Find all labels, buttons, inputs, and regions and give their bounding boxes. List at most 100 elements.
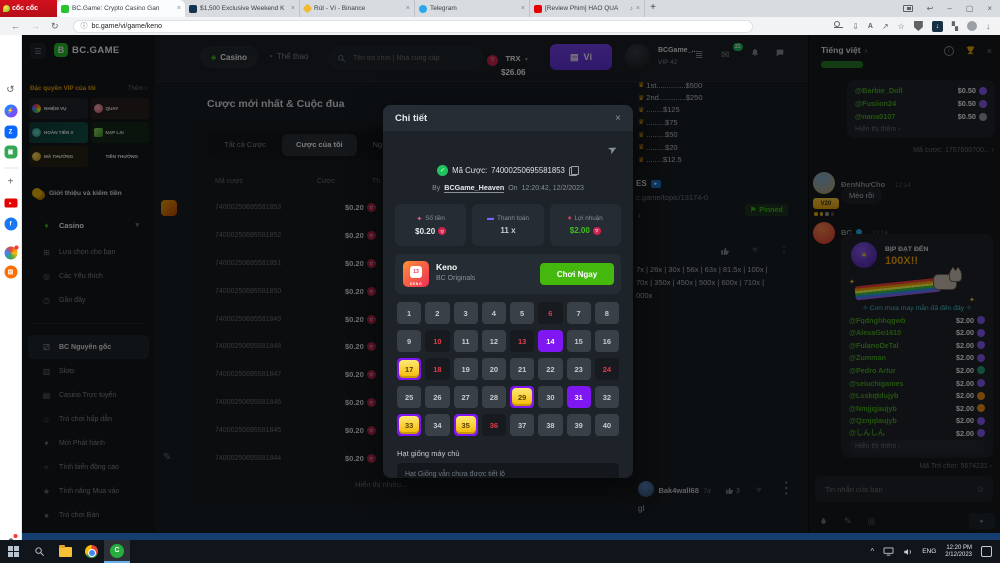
- url-bar[interactable]: ⓘ bc.game/vi/game/keno: [73, 20, 753, 33]
- keno-cell[interactable]: 32: [595, 386, 619, 408]
- keno-cell[interactable]: 25: [397, 386, 421, 408]
- adblock-shield-icon[interactable]: 3: [914, 21, 923, 31]
- keno-cell[interactable]: 38: [538, 414, 562, 436]
- messenger-icon[interactable]: ⚡: [4, 105, 17, 118]
- start-button[interactable]: [0, 540, 26, 563]
- keno-cell[interactable]: 8: [595, 302, 619, 324]
- browser-tab[interactable]: Telegram ♪ ×: [415, 0, 530, 17]
- network-icon[interactable]: [883, 547, 894, 556]
- hidden-icons-chevron[interactable]: ^: [870, 547, 874, 556]
- keno-cell[interactable]: 9: [397, 330, 421, 352]
- file-explorer-icon[interactable]: [52, 540, 78, 563]
- window-minimize-button[interactable]: –: [947, 4, 951, 13]
- keno-cell[interactable]: 10: [425, 330, 449, 352]
- history-icon[interactable]: ↺: [6, 85, 14, 96]
- zalo-icon[interactable]: Z: [4, 126, 17, 139]
- volume-icon[interactable]: [903, 547, 913, 557]
- downloads-icon[interactable]: ↓: [986, 22, 990, 31]
- keno-cell[interactable]: 7: [567, 302, 591, 324]
- keno-cell[interactable]: 19: [454, 358, 478, 380]
- keno-cell[interactable]: 14: [538, 330, 562, 352]
- window-maximize-button[interactable]: ▢: [966, 4, 974, 13]
- play-now-button[interactable]: Chơi Ngay: [540, 263, 614, 285]
- tab-close-icon[interactable]: ×: [521, 5, 525, 12]
- forward-button[interactable]: →: [31, 21, 40, 31]
- copy-icon[interactable]: [569, 166, 579, 176]
- action-center-icon[interactable]: [981, 546, 992, 557]
- translate-icon[interactable]: A: [868, 23, 873, 30]
- session-restore-icon[interactable]: ↩: [927, 4, 934, 13]
- keno-cell[interactable]: 11: [454, 330, 478, 352]
- keno-cell[interactable]: 27: [454, 386, 478, 408]
- new-tab-button[interactable]: +: [645, 0, 661, 17]
- keno-cell[interactable]: 26: [425, 386, 449, 408]
- tab-search-icon[interactable]: [903, 5, 913, 12]
- browser-tab[interactable]: $1,500 Exclusive Weekend K ♪ ×: [185, 0, 300, 17]
- back-button[interactable]: ←: [11, 21, 20, 31]
- keno-cell[interactable]: 23: [567, 358, 591, 380]
- youtube-icon[interactable]: ▸: [4, 199, 17, 208]
- browser-tab[interactable]: [Review Phim] HÀO QUA ♪ ×: [530, 0, 645, 17]
- keno-cell[interactable]: 5: [510, 302, 534, 324]
- keno-cell[interactable]: 17: [397, 358, 421, 380]
- keno-cell[interactable]: 39: [567, 414, 591, 436]
- tab-close-icon[interactable]: ×: [636, 5, 640, 12]
- download-manager-icon[interactable]: ↓: [932, 21, 943, 32]
- keno-cell[interactable]: 36: [482, 414, 506, 436]
- keno-cell[interactable]: 40: [595, 414, 619, 436]
- language-indicator[interactable]: ENG: [922, 548, 936, 555]
- keno-cell[interactable]: 3: [454, 302, 478, 324]
- coccoc-brand[interactable]: cốc cốc: [0, 0, 57, 17]
- keno-cell[interactable]: 21: [510, 358, 534, 380]
- keno-cell[interactable]: 30: [538, 386, 562, 408]
- share-icon[interactable]: ↗: [882, 22, 889, 31]
- keno-cell[interactable]: 18: [425, 358, 449, 380]
- tab-close-icon[interactable]: ×: [406, 5, 410, 12]
- add-shortcut-icon[interactable]: +: [8, 177, 14, 188]
- keno-cell[interactable]: 6: [538, 302, 562, 324]
- keno-cell[interactable]: 22: [538, 358, 562, 380]
- chrome-icon[interactable]: [78, 540, 104, 563]
- tab-close-icon[interactable]: ×: [291, 5, 295, 12]
- window-close-button[interactable]: ×: [987, 4, 992, 13]
- bet-datetime: 12:20:42, 12/2/2023: [522, 185, 584, 192]
- keno-cell[interactable]: 1: [397, 302, 421, 324]
- keno-cell[interactable]: 37: [510, 414, 534, 436]
- keno-cell[interactable]: 16: [595, 330, 619, 352]
- keno-cell[interactable]: 28: [482, 386, 506, 408]
- modal-close-icon[interactable]: ×: [615, 113, 621, 124]
- password-key-icon[interactable]: [834, 24, 843, 28]
- keno-cell[interactable]: 35: [454, 414, 478, 436]
- keno-cell[interactable]: 31: [567, 386, 591, 408]
- keno-cell[interactable]: 12: [482, 330, 506, 352]
- keno-cell[interactable]: 15: [567, 330, 591, 352]
- reload-button[interactable]: ↻: [51, 21, 59, 32]
- coccoc-taskbar-icon[interactable]: C: [104, 540, 130, 563]
- keno-cell[interactable]: 13: [510, 330, 534, 352]
- browser-tab[interactable]: Rút - Ví - Binance ♪ ×: [300, 0, 415, 17]
- taskbar-search-icon[interactable]: [26, 540, 52, 563]
- tab-close-icon[interactable]: ×: [177, 5, 181, 12]
- site-info-icon[interactable]: ⓘ: [81, 21, 88, 31]
- news-icon[interactable]: [4, 247, 17, 260]
- games-icon[interactable]: ▣: [4, 146, 17, 159]
- bookmark-star-icon[interactable]: ☆: [898, 22, 905, 31]
- keno-cell[interactable]: 29: [510, 386, 534, 408]
- keno-cell[interactable]: 2: [425, 302, 449, 324]
- taskbar-clock[interactable]: 12:20 PM 2/12/2023: [945, 545, 972, 559]
- profile-avatar-icon[interactable]: [967, 21, 977, 31]
- share-flag-icon[interactable]: ➤: [605, 142, 619, 158]
- browser-tab[interactable]: BC.Game: Crypto Casino Gan ♪ ×: [57, 0, 185, 17]
- keno-cell[interactable]: 33: [397, 414, 421, 436]
- keno-cell[interactable]: 34: [425, 414, 449, 436]
- keno-cell[interactable]: 4: [482, 302, 506, 324]
- game-name: Keno: [436, 262, 457, 272]
- facebook-icon[interactable]: f: [4, 218, 17, 231]
- shopping-icon[interactable]: ▤: [4, 266, 17, 279]
- save-page-icon[interactable]: ⇩: [852, 22, 859, 31]
- extensions-puzzle-icon[interactable]: ▚: [952, 22, 958, 31]
- bet-code-label: Mã Cược:: [452, 166, 487, 175]
- bet-author-link[interactable]: BCGame_Heaven: [444, 183, 504, 193]
- keno-cell[interactable]: 24: [595, 358, 619, 380]
- keno-cell[interactable]: 20: [482, 358, 506, 380]
